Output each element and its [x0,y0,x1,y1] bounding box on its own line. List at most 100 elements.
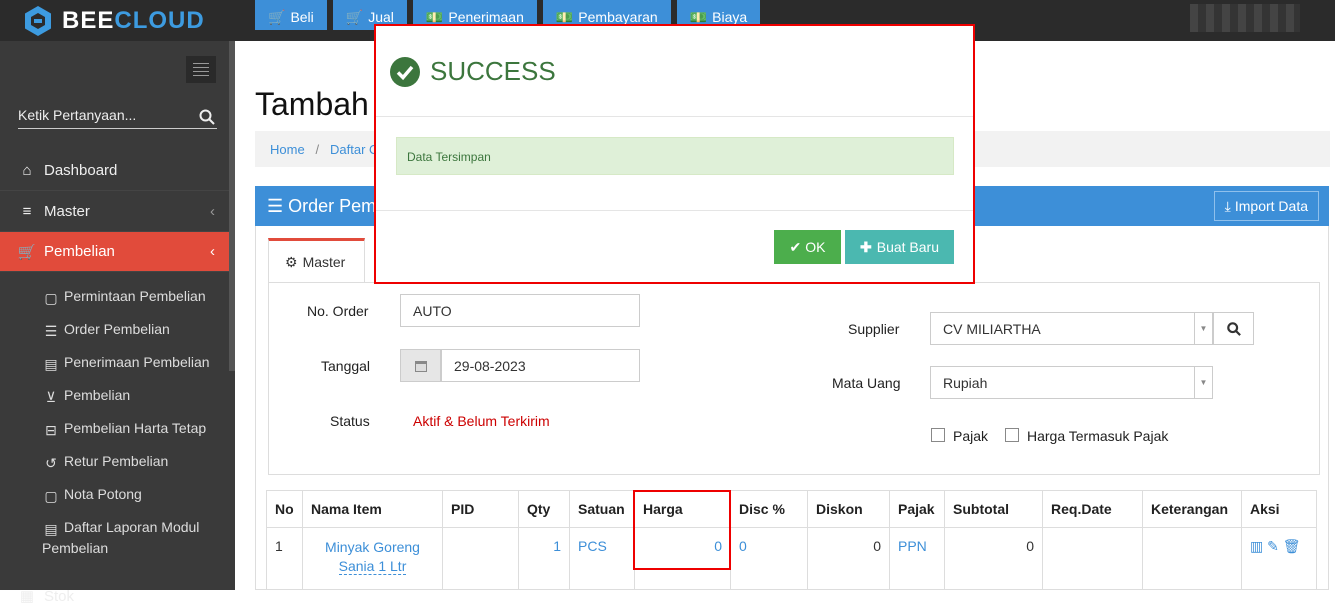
cell-keterangan[interactable] [1142,527,1242,590]
no-order-label: No. Order [307,303,369,319]
table-header-row: No Nama Item PID Qty Satuan Harga Disc %… [266,490,1317,528]
panel-title: Order Pemb [288,196,387,216]
cell-aksi: ▥ ✎ 🗑 [1241,527,1317,590]
sidebar-sub-penerimaan[interactable]: ▤ Penerimaan Pembelian [44,354,209,373]
home-icon: ⌂ [22,162,32,179]
status-label: Status [330,413,370,429]
file-icon: ▢ [44,290,58,306]
col-aksi: Aksi [1241,490,1317,528]
download-icon: ⤓ [1224,197,1231,214]
cell-disc[interactable]: 0 [730,527,808,590]
buat-baru-button[interactable]: ✚ Buat Baru [845,230,954,264]
sidebar-sub-pembelian[interactable]: ⊻ Pembelian [44,387,130,406]
ok-button[interactable]: ✔ OK [774,230,841,264]
col-diskon: Diskon [807,490,890,528]
file-icon: ▢ [44,488,58,504]
no-order-field[interactable]: AUTO [400,294,640,327]
brand-name: BEECLOUD [62,6,205,34]
cell-qty[interactable]: 1 [518,527,570,590]
col-satuan: Satuan [569,490,635,528]
import-data-button[interactable]: ⤓ Import Data [1213,191,1319,221]
menu-toggle-button[interactable] [186,56,216,83]
status-value: Aktif & Belum Terkirim [413,413,550,429]
order-items-table: No Nama Item PID Qty Satuan Harga Disc %… [266,490,1317,590]
topnav-beli[interactable]: 🛒 Beli [255,0,327,30]
sidebar-item-master[interactable]: ≡ Master ‹ [0,192,235,232]
list-icon: ☰ [44,323,58,339]
supplier-search-button[interactable] [1213,312,1254,345]
caret-down-icon: ▼ [1194,313,1212,344]
sidebar-sub-permintaan[interactable]: ▢ Permintaan Pembelian [44,288,205,307]
sidebar-sub-retur[interactable]: ↺ Retur Pembelian [44,453,168,472]
col-subtotal: Subtotal [944,490,1043,528]
car-icon: ⊟ [45,422,57,438]
book-icon: ▤ [44,356,58,372]
breadcrumb-home[interactable]: Home [270,142,305,157]
sidebar-item-stok[interactable]: ▦ Stok [0,576,235,616]
col-pid: PID [442,490,519,528]
cart-icon: ⊻ [45,389,57,405]
chevron-left-icon: ‹ [210,243,215,260]
harga-termasuk-pajak-label: Harga Termasuk Pajak [1027,428,1169,444]
tanggal-field[interactable]: 29-08-2023 [441,349,640,382]
harga-termasuk-pajak-checkbox[interactable] [1005,428,1019,442]
supplier-label: Supplier [848,321,900,337]
sidebar-sub-harta-tetap[interactable]: ⊟ Pembelian Harta Tetap [44,420,206,439]
search-input[interactable]: Ketik Pertanyaan... [18,107,217,129]
database-icon: ≡ [22,203,32,220]
sidebar-sub-laporan[interactable]: ▤ Daftar Laporan Modul Pembelian [42,519,199,556]
breadcrumb-current[interactable]: Daftar O [330,142,379,157]
user-menu[interactable] [1190,4,1300,32]
cell-pajak[interactable]: PPN [889,527,945,590]
harga-highlight-box [633,490,731,570]
sidebar-item-dashboard[interactable]: ⌂ Dashboard [0,151,235,191]
barcode-icon[interactable]: ▥ [1250,538,1263,554]
modal-title: SUCCESS [390,56,556,87]
search-icon [1226,321,1241,336]
supplier-select[interactable]: CV MILIARTHA ▼ [930,312,1213,345]
caret-down-icon: ▼ [1194,367,1212,398]
sidebar-sub-nota-potong[interactable]: ▢ Nota Potong [44,486,141,505]
sidebar: Ketik Pertanyaan... ⌂ Dashboard ≡ Master ‹ … [0,41,243,605]
undo-icon: ↺ [45,455,57,471]
cell-satuan[interactable]: PCS [569,527,635,590]
cell-pid[interactable] [442,527,519,590]
tanggal-label: Tanggal [321,358,371,374]
search-icon[interactable] [199,109,215,125]
calendar-icon[interactable] [400,349,441,382]
success-alert: Data Tersimpan [396,137,954,175]
brand-logo[interactable]: BEECLOUD [0,0,235,41]
cart-icon: 🛒 [345,9,364,25]
plus-icon: ✚ [860,238,872,255]
col-no: No [266,490,303,528]
book-icon: ▤ [44,521,58,537]
cell-no: 1 [266,527,303,590]
pajak-checkbox[interactable] [931,428,945,442]
pajak-checkbox-label: Pajak [953,428,989,444]
list-icon: ☰ [267,196,284,216]
col-nama-item: Nama Item [302,490,443,528]
mata-uang-select[interactable]: Rupiah ▼ [930,366,1213,399]
beecloud-logo-icon [25,5,51,36]
cell-subtotal: 0 [944,527,1043,590]
cell-nama-item[interactable]: Minyak Goreng Sania 1 Ltr [302,527,443,590]
mata-uang-label: Mata Uang [832,375,901,391]
col-keterangan: Keterangan [1142,490,1242,528]
check-icon: ✔ [789,238,802,255]
sidebar-item-pembelian[interactable]: 🛒 Pembelian ‹ [0,232,243,272]
cart-icon: 🛒 [17,243,37,261]
check-circle-icon [390,56,420,87]
cell-req-date[interactable] [1042,527,1143,590]
trash-icon[interactable]: 🗑 [1283,538,1301,554]
cell-diskon: 0 [807,527,890,590]
page-title: Tambah [255,86,369,122]
edit-icon[interactable]: ✎ [1267,538,1279,554]
col-req-date: Req.Date [1042,490,1143,528]
cogs-icon: ⚙ [285,253,298,270]
sidebar-sub-order[interactable]: ☰ Order Pembelian [44,321,170,340]
col-qty: Qty [518,490,570,528]
tab-content-master: No. Order AUTO Tanggal 29-08-2023 Status… [268,282,1320,475]
success-modal: SUCCESS Data Tersimpan ✔ OK ✚ Buat Baru [374,24,975,284]
tab-master[interactable]: ⚙ Master [268,238,365,283]
col-pajak: Pajak [889,490,945,528]
